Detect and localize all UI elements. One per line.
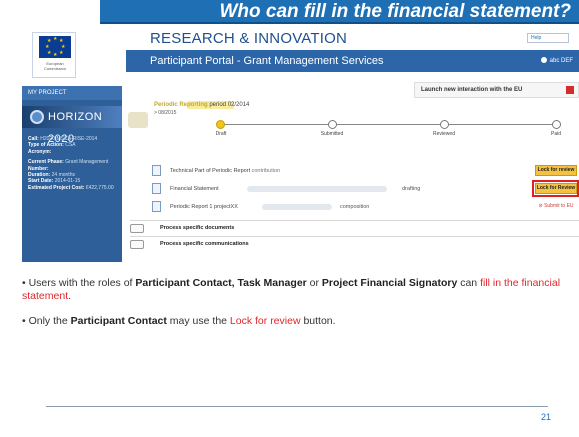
process-sub: > 08/2015 (154, 110, 177, 116)
portal-bar: Participant Portal - Grant Management Se… (126, 50, 579, 72)
info-row: Estimated Project Cost: €422,775.00 (28, 185, 120, 191)
info-value: 2014-01-15 (54, 178, 81, 185)
horizon-banner: HORIZON 2020 (22, 106, 122, 145)
bullet-text: can (457, 277, 481, 289)
submit-to-eu-button[interactable]: ⊘ Submit to EU (535, 201, 577, 212)
document-icon (152, 183, 161, 194)
bullet-text: . (68, 289, 72, 302)
main-panel: Launch new interaction with the EU Perio… (126, 76, 579, 262)
timeline-label: Submitted (320, 131, 344, 137)
eu-flag-icon: ★ ★ ★ ★ ★ ★ ★ ★ (39, 36, 71, 58)
arrow-icon (566, 86, 574, 94)
info-value: 24 months (51, 172, 75, 179)
document-status: composition (340, 204, 370, 210)
eu-logo: ★ ★ ★ ★ ★ ★ ★ ★ European Commission (32, 32, 76, 78)
portal-subtitle: Participant Portal - Grant Management Se… (150, 55, 384, 67)
document-status: drafting (402, 186, 421, 192)
timeline-step-draft (216, 120, 225, 129)
info-key: Type of Action: (28, 142, 64, 149)
page-number: 21 (540, 412, 551, 422)
eu-caption: European Commission (43, 61, 66, 71)
info-key: Number: (28, 165, 49, 172)
slide-title: Who can fill in the financial statement? (219, 1, 571, 22)
info-value: €422,775.00 (85, 184, 114, 191)
document-row: Technical Part of Periodic Report contri… (152, 164, 579, 178)
document-icon (152, 201, 161, 212)
bullet-text: or (306, 277, 322, 289)
bullet-list: • Users with the roles of Participant Co… (22, 277, 562, 341)
timeline-label: Paid (550, 131, 561, 137)
footer-divider (46, 406, 548, 407)
portal-screenshot: ★ ★ ★ ★ ★ ★ ★ ★ European Commission RESE… (22, 24, 579, 262)
chat-icon (130, 240, 144, 249)
user-name: abc DEF (549, 58, 573, 64)
bullet-text: Only the (28, 315, 71, 327)
role-text: Participant Contact (70, 315, 167, 327)
lock-for-review-button[interactable]: Lock for review (535, 165, 577, 176)
title-bar: Who can fill in the financial statement? (100, 0, 579, 24)
info-key: Call: (28, 136, 39, 142)
info-key: Acronym: (28, 148, 52, 155)
horizon-logo-icon (30, 110, 44, 124)
info-row: Acronym: (28, 149, 120, 155)
info-key: Estimated Project Cost: (28, 184, 85, 191)
header-title: RESEARCH & INNOVATION (150, 30, 348, 47)
info-key: Current Phase: (28, 159, 64, 166)
document-row: Periodic Report 1 projectXX composition … (152, 200, 579, 214)
section-label: Process specific communications (160, 241, 249, 247)
info-value: CSA (65, 142, 76, 149)
redacted-text (247, 186, 387, 192)
timeline-line (220, 124, 560, 125)
submit-label: Submit to EU (544, 203, 574, 209)
user-icon (540, 57, 547, 64)
document-icon (152, 165, 161, 176)
timeline-step-paid (552, 120, 561, 129)
document-row: Financial Statement drafting Lock for Re… (152, 180, 579, 197)
document-link[interactable]: Technical Part of Periodic Report contri… (170, 164, 280, 178)
document-link[interactable]: Financial Statement (170, 182, 219, 196)
document-link[interactable]: Periodic Report 1 projectXX (170, 200, 238, 214)
project-info: Call: H2020-MSCA-RISE-2014 Type of Actio… (28, 136, 120, 191)
bullet-text: Users with the roles of (28, 277, 136, 289)
sidebar-section-label[interactable]: MY PROJECT (22, 86, 122, 100)
bullet-item: • Only the Participant Contact may use t… (22, 315, 336, 327)
section-documents[interactable]: Process specific documents (130, 220, 579, 235)
bullet-text: may use the (166, 315, 230, 327)
status-timeline: Draft Submitted Reviewed Paid (212, 118, 567, 142)
launch-label: Launch new interaction with the EU (421, 87, 523, 93)
role-text: Participant Contact, Task Manager (135, 277, 307, 289)
role-text: Project Financial Signatory (321, 277, 458, 289)
highlight-frame (532, 180, 579, 197)
timeline-label: Draft (215, 131, 227, 137)
info-key: Duration: (28, 172, 51, 179)
user-menu[interactable]: abc DEF (540, 50, 573, 72)
redacted-text (262, 204, 332, 210)
folder-icon (130, 224, 144, 233)
document-label: Periodic Report 1 projectXX (170, 204, 238, 210)
process-title[interactable]: Periodic Reporting period 02/2014 (154, 102, 249, 108)
timeline-label: Reviewed (433, 131, 455, 137)
info-value: H2020-MSCA-RISE-2014 (40, 136, 98, 142)
launch-interaction-button[interactable]: Launch new interaction with the EU (414, 82, 579, 98)
section-label: Process specific documents (160, 225, 235, 231)
info-value: Grant Management (65, 159, 109, 166)
timeline-step-submitted (328, 120, 337, 129)
process-period: period 02/2014 (209, 102, 250, 108)
help-dropdown[interactable]: Help (527, 33, 569, 43)
bullet-item: • Users with the roles of Participant Co… (22, 277, 561, 302)
process-title-text: Periodic Reporting (154, 102, 208, 108)
section-communications[interactable]: Process specific communications (130, 236, 579, 251)
process-icon (128, 112, 148, 128)
document-status: contribution (251, 168, 281, 174)
document-label: Technical Part of Periodic Report (170, 168, 251, 174)
slide: Who can fill in the financial statement?… (0, 0, 579, 437)
info-key: Start Date: (28, 178, 54, 185)
bullet-text: button. (300, 315, 336, 327)
highlight-text: Lock for review (229, 315, 301, 327)
sidebar: MY PROJECT HORIZON 2020 Call: H2020-MSCA… (22, 86, 122, 262)
timeline-step-reviewed (440, 120, 449, 129)
